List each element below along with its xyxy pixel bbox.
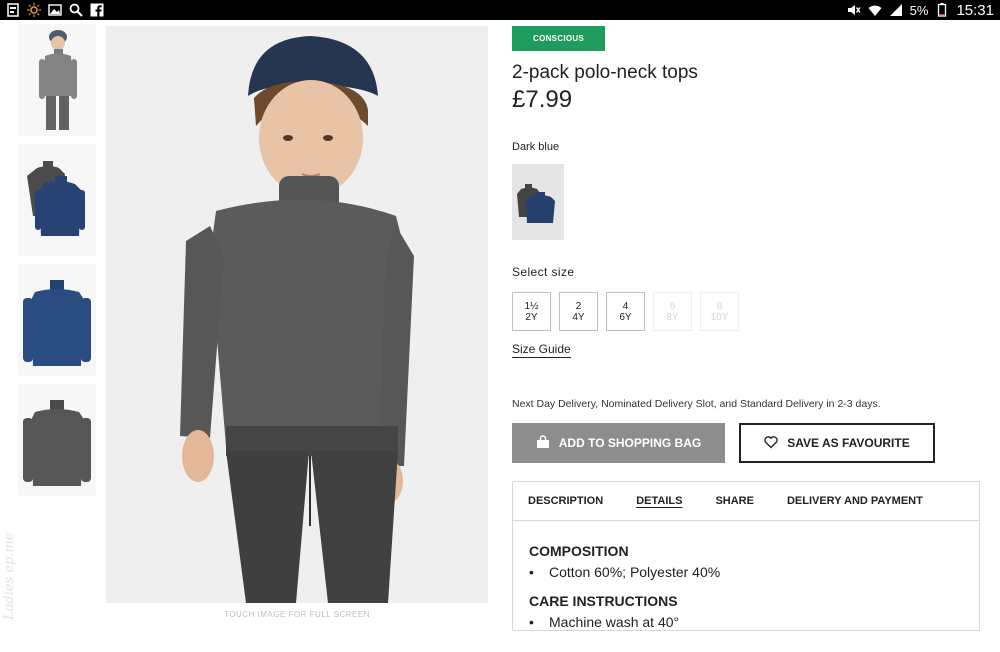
tab-details[interactable]: DETAILS [636, 495, 682, 507]
size-options: 1½ 2Y 2 4Y 4 6Y 6 8Y 8 10Y [512, 292, 982, 331]
tab-description[interactable]: DESCRIPTION [528, 495, 603, 507]
clock: 15:31 [956, 1, 994, 19]
size-age: 2 [575, 300, 582, 312]
tab-delivery-and-payment[interactable]: DELIVERY AND PAYMENT [787, 495, 923, 507]
facebook-icon [90, 3, 104, 17]
size-years: 8Y [666, 311, 679, 323]
product-actions: ADD TO SHOPPING BAG SAVE AS FAVOURITE [512, 423, 982, 463]
app-notification-icon [6, 3, 20, 17]
size-age: 1½ [524, 300, 539, 312]
care-instructions-heading: CARE INSTRUCTIONS [529, 593, 678, 609]
thumbnail-strip [18, 24, 96, 504]
details-content: COMPOSITION Cotton 60%; Polyester 40% CA… [513, 521, 979, 652]
delivery-info: Next Day Delivery, Nominated Delivery Sl… [512, 398, 881, 410]
size-age: 6 [669, 300, 676, 312]
thumbnail-dark-grey-top[interactable] [18, 384, 96, 496]
mute-icon [847, 3, 861, 17]
composition-item: Cotton 60%; Polyester 40% [529, 564, 963, 580]
signal-icon [889, 3, 903, 17]
care-instruction-item: Machine wash at 40° [529, 614, 963, 630]
weather-sun-icon [27, 3, 41, 17]
color-name: Dark blue [512, 141, 560, 153]
size-option-8y: 6 8Y [653, 292, 692, 331]
shopping-bag-icon [536, 434, 550, 452]
battery-percentage: 5% [909, 2, 929, 18]
battery-icon [935, 3, 949, 17]
size-age: 8 [716, 300, 723, 312]
size-option-6y[interactable]: 4 6Y [606, 292, 645, 331]
composition-heading: COMPOSITION [529, 543, 629, 559]
fullscreen-hint: TOUCH IMAGE FOR FULL SCREEN [224, 610, 370, 619]
search-icon [69, 3, 83, 17]
status-bar: 5% 15:31 [0, 0, 1000, 20]
thumbnail-dark-blue-top[interactable] [18, 264, 96, 376]
gallery-icon [48, 3, 62, 17]
tab-share[interactable]: SHARE [715, 495, 754, 507]
save-favourite-label: SAVE AS FAVOURITE [787, 436, 910, 450]
save-favourite-button[interactable]: SAVE AS FAVOURITE [739, 423, 935, 463]
watermark: Ladies ep.me [2, 532, 17, 620]
thumbnail-two-tops[interactable] [18, 144, 96, 256]
color-swatch-dark-blue[interactable] [512, 164, 564, 240]
size-guide-link[interactable]: Size Guide [512, 342, 571, 358]
product-details-panel: DESCRIPTION DETAILS SHARE DELIVERY AND P… [512, 481, 980, 631]
wifi-icon [868, 3, 882, 17]
heart-icon [764, 435, 778, 452]
main-product-image[interactable] [106, 26, 488, 603]
size-years: 6Y [619, 311, 632, 323]
product-title: 2-pack polo-neck tops [512, 62, 698, 83]
select-size-label: Select size [512, 265, 575, 279]
add-to-bag-button[interactable]: ADD TO SHOPPING BAG [512, 423, 725, 463]
details-tabs: DESCRIPTION DETAILS SHARE DELIVERY AND P… [513, 482, 979, 521]
size-years: 10Y [710, 311, 729, 323]
size-years: 4Y [572, 311, 585, 323]
size-years: 2Y [525, 311, 538, 323]
product-info: CONSCIOUS 2-pack polo-neck tops £7.99 Da… [512, 26, 982, 463]
size-age: 4 [622, 300, 629, 312]
size-option-4y[interactable]: 2 4Y [559, 292, 598, 331]
thumbnail-boy-model[interactable] [18, 24, 96, 136]
size-option-10y: 8 10Y [700, 292, 739, 331]
size-option-2y[interactable]: 1½ 2Y [512, 292, 551, 331]
add-to-bag-label: ADD TO SHOPPING BAG [558, 436, 702, 450]
conscious-badge: CONSCIOUS [512, 26, 606, 51]
product-price: £7.99 [512, 86, 573, 113]
